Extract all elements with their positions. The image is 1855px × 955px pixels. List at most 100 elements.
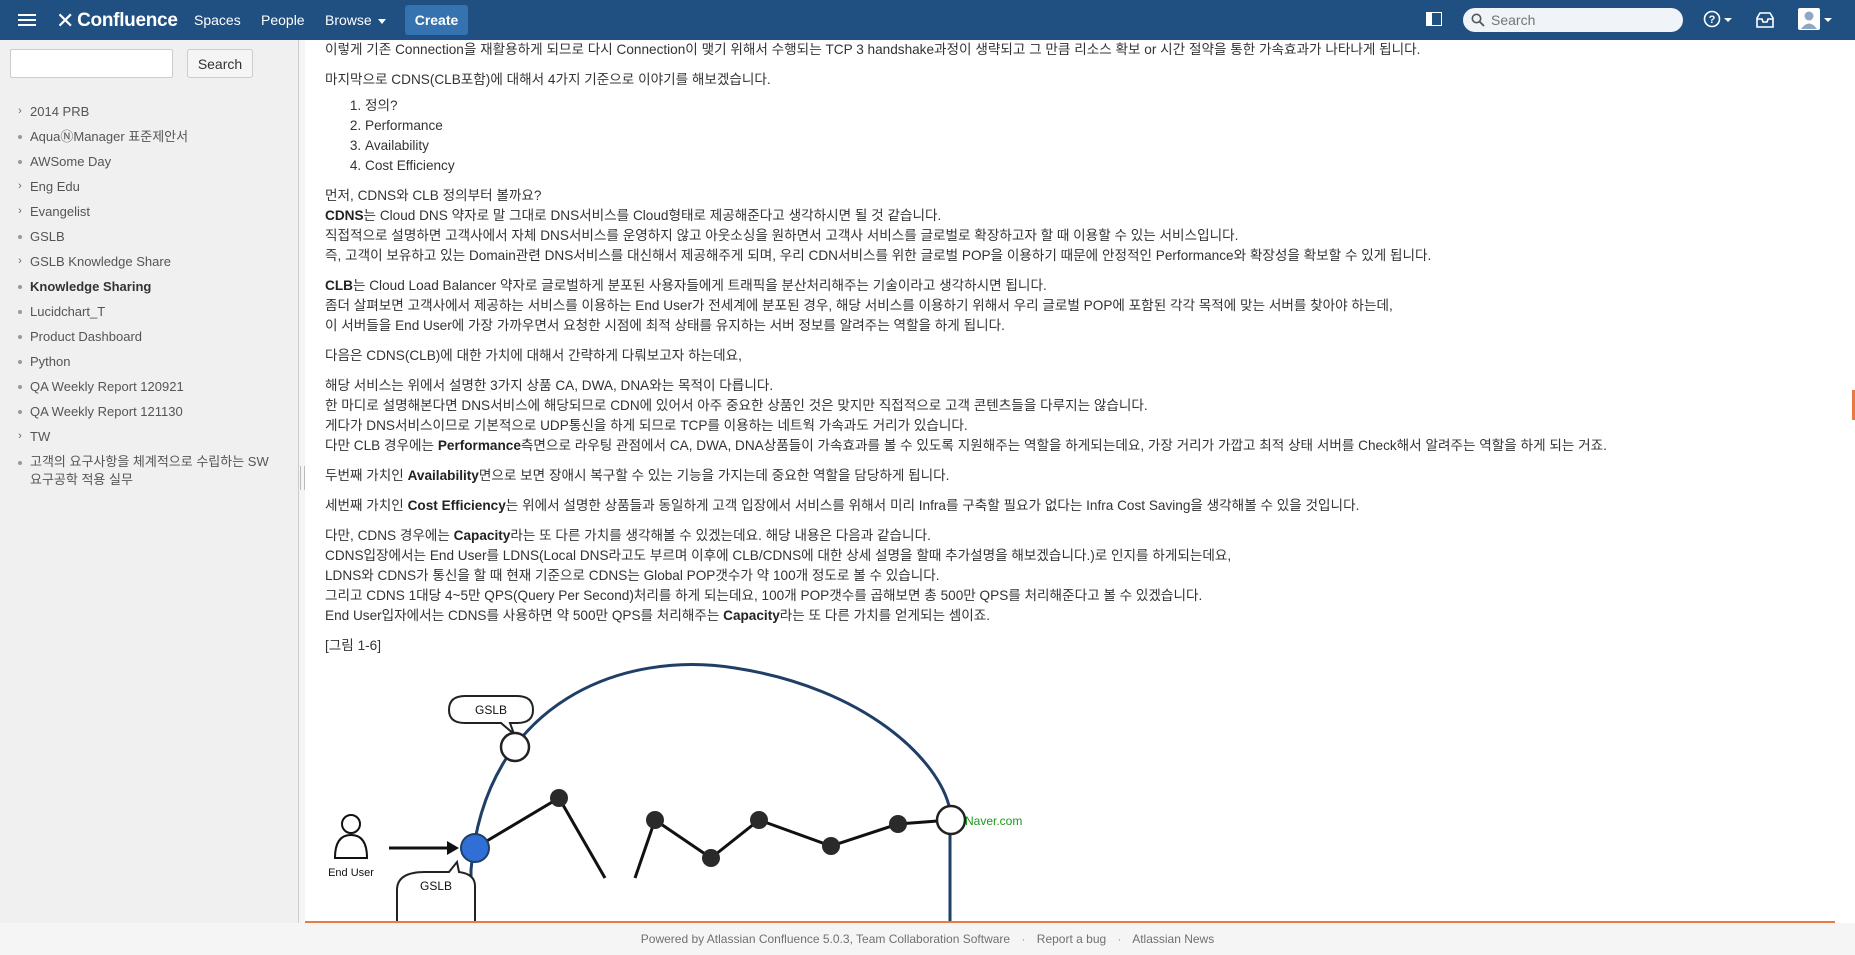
chevron-down-icon: [377, 18, 386, 24]
bullet-icon: [18, 410, 22, 414]
paragraph: 마지막으로 CDNS(CLB포함)에 대해서 4가지 기준으로 이야기를 해보겠…: [325, 72, 771, 87]
tree-item-python[interactable]: Python: [0, 349, 298, 374]
paragraph: CDNS입장에서는 End User를 LDNS(Local DNS라고도 부르…: [325, 548, 1232, 563]
figure-cdns-diagram: GSLB Naver.com End User GSLB: [328, 663, 1022, 923]
paragraph: 두번째 가치인 Availability면으로 보면 장애시 복구할 수 있는 …: [325, 468, 950, 483]
svg-text:?: ?: [1709, 14, 1716, 26]
bullet-icon: [18, 385, 22, 389]
criteria-list: 정의? Performance Availability Cost Effici…: [325, 96, 1825, 176]
bullet-icon: [18, 360, 22, 364]
nav-browse[interactable]: Browse: [325, 12, 386, 28]
menu-icon[interactable]: [18, 11, 36, 29]
bullet-icon: [18, 235, 22, 239]
search-icon: [1471, 13, 1485, 27]
sidebar-search-button[interactable]: Search: [187, 49, 253, 78]
gslb-bottom-label: GSLB: [420, 879, 452, 893]
paragraph: 좀더 살펴보면 고객사에서 제공하는 서비스를 이용하는 End User가 전…: [325, 298, 1393, 313]
bullet-icon: [18, 285, 22, 289]
paragraph: 다음은 CDNS(CLB)에 대한 가치에 대해서 간략하게 다뤄보고자 하는데…: [325, 348, 742, 363]
list-item: 정의?: [365, 96, 1825, 116]
router-node: [646, 811, 664, 829]
paragraph: LDNS와 CDNS가 통신을 할 때 현재 기준으로 CDNS는 Global…: [325, 568, 940, 583]
tree-item-product-dashboard[interactable]: Product Dashboard: [0, 324, 298, 349]
footer-powered-by[interactable]: Powered by Atlassian Confluence 5.0.3, T…: [641, 932, 1010, 946]
naver-label: Naver.com: [965, 814, 1022, 828]
footer-report-bug-link[interactable]: Report a bug: [1037, 932, 1106, 946]
end-user-label: End User: [328, 867, 374, 879]
tree-item-knowledge-sharing[interactable]: Knowledge Sharing: [0, 274, 298, 299]
router-node: [750, 811, 768, 829]
tree-item-qa-weekly-120921[interactable]: QA Weekly Report 120921: [0, 374, 298, 399]
sidebar-toggle-icon[interactable]: [1426, 12, 1442, 26]
tree-item-lucidchart[interactable]: Lucidchart_T: [0, 299, 298, 324]
bullet-icon: [18, 135, 22, 139]
paragraph: 다만, CDNS 경우에는 Capacity라는 또 다른 가치를 생각해볼 수…: [325, 528, 931, 543]
paragraph: 이 서버들을 End User에 가장 가까우면서 요청한 시점에 최적 상태를…: [325, 318, 1005, 333]
tree-item-evangelist[interactable]: › Evangelist: [0, 199, 298, 224]
router-node: [702, 849, 720, 867]
bullet-icon: [18, 335, 22, 339]
tree-item-eng-edu[interactable]: › Eng Edu: [0, 174, 298, 199]
paragraph: 해당 서비스는 위에서 설명한 3가지 상품 CA, DWA, DNA와는 목적…: [325, 378, 774, 393]
user-avatar-icon[interactable]: [1798, 8, 1832, 32]
inbox-icon[interactable]: [1756, 12, 1774, 28]
bullet-icon: [18, 461, 22, 465]
confluence-logo[interactable]: ✕ Confluence: [56, 8, 178, 34]
bullet-icon: [18, 310, 22, 314]
create-button[interactable]: Create: [405, 5, 468, 35]
footer-news-link[interactable]: Atlassian News: [1132, 932, 1214, 946]
pop-ring: [469, 663, 952, 923]
header-search[interactable]: [1463, 8, 1683, 32]
paragraph: 먼저, CDNS와 CLB 정의부터 볼까요?: [325, 188, 542, 203]
top-navigation-bar: ✕ Confluence Spaces People Browse Create…: [0, 0, 1855, 40]
network-path: [474, 795, 607, 879]
page-tree: › 2014 PRB AquaⓃManager 표준제안서 AWSome Day …: [0, 99, 298, 489]
footer: Powered by Atlassian Confluence 5.0.3, T…: [0, 923, 1855, 955]
search-input[interactable]: [1489, 11, 1683, 29]
tree-item-gslb-knowledge-share[interactable]: › GSLB Knowledge Share: [0, 249, 298, 274]
paragraph: End User입자에서는 CDNS를 사용하면 약 500만 QPS를 처리해…: [325, 608, 991, 623]
entry-pop-node: [460, 833, 490, 863]
chevron-right-icon[interactable]: ›: [15, 249, 25, 274]
tree-item-aqua-manager[interactable]: AquaⓃManager 표준제안서: [0, 124, 298, 149]
chevron-right-icon[interactable]: ›: [15, 199, 25, 224]
space-sidebar: Search › 2014 PRB AquaⓃManager 표준제안서 AWSo…: [0, 40, 299, 923]
page-content: 이렇게 기존 Connection을 재활용하게 되므로 다시 Connecti…: [305, 40, 1855, 923]
router-node: [822, 837, 840, 855]
paragraph: 게다가 DNS서비스이므로 기본적으로 UDP통신을 하게 되므로 TCP를 이…: [325, 418, 968, 433]
gslb-top-label: GSLB: [475, 703, 507, 717]
paragraph: 직접적으로 설명하면 고객사에서 자체 DNS서비스를 운영하지 않고 아웃소싱…: [325, 228, 1239, 243]
tree-item-awsome-day[interactable]: AWSome Day: [0, 149, 298, 174]
sidebar-search-input[interactable]: [10, 49, 173, 78]
chevron-right-icon[interactable]: ›: [15, 99, 25, 124]
tree-item-qa-weekly-121130[interactable]: QA Weekly Report 121130: [0, 399, 298, 424]
confluence-x-icon: ✕: [56, 8, 75, 33]
gslb-node: [499, 731, 531, 763]
tree-item-tw[interactable]: › TW: [0, 424, 298, 449]
chevron-right-icon[interactable]: ›: [15, 174, 25, 199]
page-body: 이렇게 기존 Connection을 재활용하게 되므로 다시 Connecti…: [325, 40, 1825, 656]
nav-people[interactable]: People: [261, 12, 305, 28]
naver-node: [935, 804, 967, 836]
paragraph: 한 마디로 설명해본다면 DNS서비스에 해당되므로 CDN에 있어서 아주 중…: [325, 398, 1148, 413]
router-node: [550, 789, 568, 807]
list-item: Availability: [365, 136, 1825, 156]
nav-spaces[interactable]: Spaces: [194, 12, 241, 28]
paragraph: 세번째 가치인 Cost Efficiency는 위에서 설명한 상품들과 동일…: [325, 498, 1360, 513]
paragraph: CDNS는 Cloud DNS 약자로 말 그대로 DNS서비스를 Cloud형…: [325, 208, 942, 223]
bullet-icon: [18, 160, 22, 164]
tree-item-sw-requirements[interactable]: 고객의 요구사항을 체계적으로 수립하는 SW 요구공학 적용 실무: [0, 449, 270, 489]
list-item: Performance: [365, 116, 1825, 136]
figure-caption: [그림 1-6]: [325, 638, 381, 653]
chevron-right-icon[interactable]: ›: [15, 424, 25, 449]
paragraph: CLB는 Cloud Load Balancer 약자로 글로벌하게 분포된 사…: [325, 278, 1047, 293]
paragraph: 즉, 고객이 보유하고 있는 Domain관련 DNS서비스를 대신해서 제공해…: [325, 248, 1432, 263]
tree-item-gslb[interactable]: GSLB: [0, 224, 298, 249]
router-node: [889, 815, 907, 833]
tree-item-2014-prb[interactable]: › 2014 PRB: [0, 99, 298, 124]
arrow-head-icon: [447, 841, 459, 855]
end-user-icon: [333, 814, 369, 859]
list-item: Cost Efficiency: [365, 156, 1825, 176]
help-icon[interactable]: ?: [1703, 10, 1733, 30]
paragraph: 이렇게 기존 Connection을 재활용하게 되므로 다시 Connecti…: [325, 42, 1421, 57]
